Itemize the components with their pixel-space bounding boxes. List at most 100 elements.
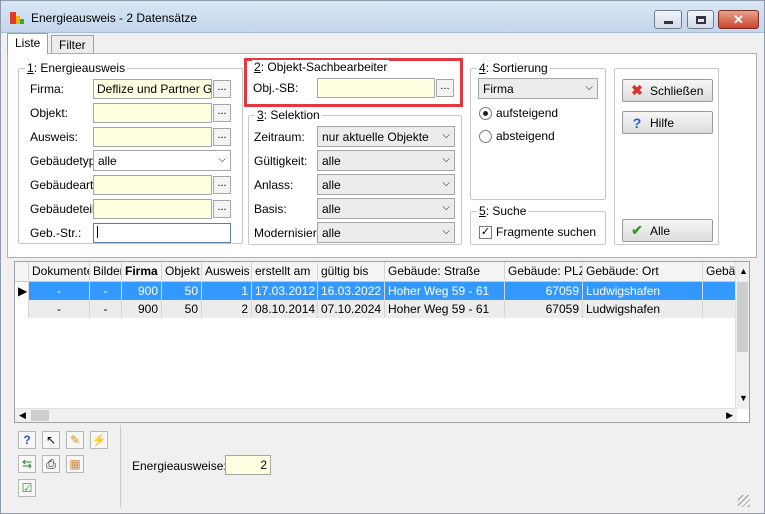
- anlass-label: Anlass:: [254, 178, 294, 192]
- col-header-objekt[interactable]: Objekt: [162, 262, 202, 280]
- ausweis-browse-button[interactable]: ...: [213, 128, 231, 146]
- radio-aufsteigend[interactable]: aufsteigend: [479, 106, 558, 120]
- col-header-gueltig[interactable]: gültig bis: [318, 262, 385, 280]
- vertical-scrollbar[interactable]: ▲ ▼: [735, 262, 749, 409]
- objekt-browse-button[interactable]: ...: [213, 104, 231, 122]
- minimize-icon: [663, 21, 673, 24]
- scroll-thumb[interactable]: [737, 282, 748, 352]
- radio-absteigend[interactable]: absteigend: [479, 129, 555, 143]
- gebaeudetyp-label: Gebäudetyp:: [30, 154, 99, 168]
- gebstr-input[interactable]: [93, 223, 231, 243]
- cell-plz: 67059: [505, 282, 583, 300]
- col-header-more[interactable]: Gebä: [703, 262, 737, 280]
- hscroll-thumb[interactable]: [31, 410, 49, 421]
- basis-label: Basis:: [254, 202, 287, 216]
- group-selektion-title: 3: Selektion: [255, 108, 322, 122]
- cell-ort: Ludwigshafen: [583, 300, 703, 318]
- tab-liste[interactable]: Liste: [7, 33, 49, 54]
- firma-field[interactable]: Deflize und Partner Gml: [93, 79, 212, 99]
- chevron-down-icon: ⌵: [442, 226, 450, 237]
- col-header-erstellt[interactable]: erstellt am: [252, 262, 318, 280]
- cell-gueltig: 07.10.2024: [318, 300, 385, 318]
- alle-button[interactable]: ✔ Alle: [622, 219, 713, 242]
- objekt-field[interactable]: [93, 103, 212, 123]
- resize-grip-icon[interactable]: [738, 495, 750, 507]
- cell-bilder: -: [90, 282, 122, 300]
- close-button[interactable]: ✕: [718, 10, 759, 29]
- ausweis-field[interactable]: [93, 127, 212, 147]
- minimize-button[interactable]: [654, 10, 682, 29]
- double-check-icon: ✔: [631, 222, 643, 238]
- table-row[interactable]: - - 900 50 2 08.10.2014 07.10.2024 Hoher…: [15, 300, 737, 318]
- cell-objekt: 50: [162, 282, 202, 300]
- gebaeudeteil-browse-button[interactable]: ...: [213, 200, 231, 218]
- col-header-firma[interactable]: Firma: [122, 262, 162, 280]
- chevron-down-icon: ⌵: [442, 202, 450, 213]
- cell-erstellt: 17.03.2012: [252, 282, 318, 300]
- scroll-up-icon[interactable]: ▲: [739, 266, 748, 276]
- help-icon[interactable]: ?: [18, 431, 36, 449]
- close-icon: ✖: [631, 82, 643, 98]
- cell-dokumente: -: [29, 300, 90, 318]
- col-header-bilder[interactable]: Bilder: [90, 262, 122, 280]
- grid-icon[interactable]: ▦: [66, 455, 84, 473]
- col-header-ausweis[interactable]: Ausweis: [202, 262, 252, 280]
- title-bar: Energieausweis - 2 Datensätze ✕: [1, 1, 764, 33]
- cell-dokumente: -: [29, 282, 90, 300]
- cell-gueltig: 16.03.2022: [318, 282, 385, 300]
- modernisier-label: Modernisier.:: [254, 226, 323, 240]
- gebaeudeteil-label: Gebäudeteil:: [30, 202, 99, 216]
- cell-strasse: Hoher Weg 59 - 61: [385, 282, 505, 300]
- gueltigkeit-label: Gültigkeit:: [254, 154, 308, 168]
- basis-select[interactable]: alle ⌵: [317, 198, 455, 219]
- pencil-icon[interactable]: ✎: [66, 431, 84, 449]
- gebaeudeart-label: Gebäudeart:: [30, 178, 97, 192]
- anlass-select[interactable]: alle ⌵: [317, 174, 455, 195]
- sortierung-select[interactable]: Firma ⌵: [478, 78, 598, 99]
- objsb-browse-button[interactable]: ...: [436, 79, 454, 97]
- cursor-icon[interactable]: ↖: [42, 431, 60, 449]
- row-indicator: [15, 300, 29, 318]
- modernisier-select[interactable]: alle ⌵: [317, 222, 455, 243]
- hilfe-button[interactable]: ? Hilfe: [622, 111, 713, 134]
- firma-browse-button[interactable]: ...: [213, 80, 231, 98]
- cell-ausweis: 2: [202, 300, 252, 318]
- scroll-left-icon[interactable]: ◀: [19, 410, 26, 421]
- col-header-plz[interactable]: Gebäude: PLZ: [505, 262, 583, 280]
- gebaeudeart-browse-button[interactable]: ...: [213, 176, 231, 194]
- scroll-down-icon[interactable]: ▼: [739, 393, 748, 403]
- app-icon: [10, 12, 24, 24]
- group-selektion: 3: Selektion Zeitraum: nur aktuelle Obje…: [248, 108, 462, 245]
- cell-ort: Ludwigshafen: [583, 282, 703, 300]
- cell-bilder: -: [90, 300, 122, 318]
- firma-label: Firma:: [30, 82, 64, 96]
- objekt-label: Objekt:: [30, 106, 69, 120]
- lightning-icon[interactable]: ⚡: [90, 431, 108, 449]
- refresh-icon[interactable]: ⇆: [18, 455, 36, 473]
- ausweis-label: Ausweis:: [30, 130, 79, 144]
- close-icon: ✕: [733, 11, 744, 27]
- horizontal-scrollbar[interactable]: ◀ ▶: [15, 408, 737, 422]
- col-header-strasse[interactable]: Gebäude: Straße: [385, 262, 505, 280]
- col-header-dokumente[interactable]: Dokumente: [29, 262, 90, 280]
- radio-off-icon: [479, 129, 492, 143]
- chevron-down-icon: ⌵: [585, 82, 593, 93]
- gebaeudetyp-select[interactable]: alle ⌵: [93, 150, 231, 171]
- fragmente-checkbox[interactable]: ✓ Fragmente suchen: [479, 225, 596, 239]
- cell-more: [703, 300, 737, 318]
- printer-icon[interactable]: ⎙: [42, 455, 60, 473]
- gebaeudeart-field[interactable]: [93, 175, 212, 195]
- col-header-ort[interactable]: Gebäude: Ort: [583, 262, 703, 280]
- table-row[interactable]: ▶ - - 900 50 1 17.03.2012 16.03.2022 Hoh…: [15, 282, 737, 300]
- grid-header: Dokumente Bilder Firma Objekt Ausweis er…: [15, 262, 737, 282]
- scroll-right-icon[interactable]: ▶: [726, 410, 733, 421]
- schliessen-button[interactable]: ✖ Schließen: [622, 79, 713, 102]
- objsb-field[interactable]: [317, 78, 435, 98]
- maximize-button[interactable]: [687, 10, 714, 29]
- zeitraum-select[interactable]: nur aktuelle Objekte ⌵: [317, 126, 455, 147]
- count-field: 2: [225, 455, 271, 475]
- tab-filter[interactable]: Filter: [51, 35, 94, 54]
- gueltigkeit-select[interactable]: alle ⌵: [317, 150, 455, 171]
- checkbox-icon[interactable]: ☑: [18, 479, 36, 497]
- gebaeudeteil-field[interactable]: [93, 199, 212, 219]
